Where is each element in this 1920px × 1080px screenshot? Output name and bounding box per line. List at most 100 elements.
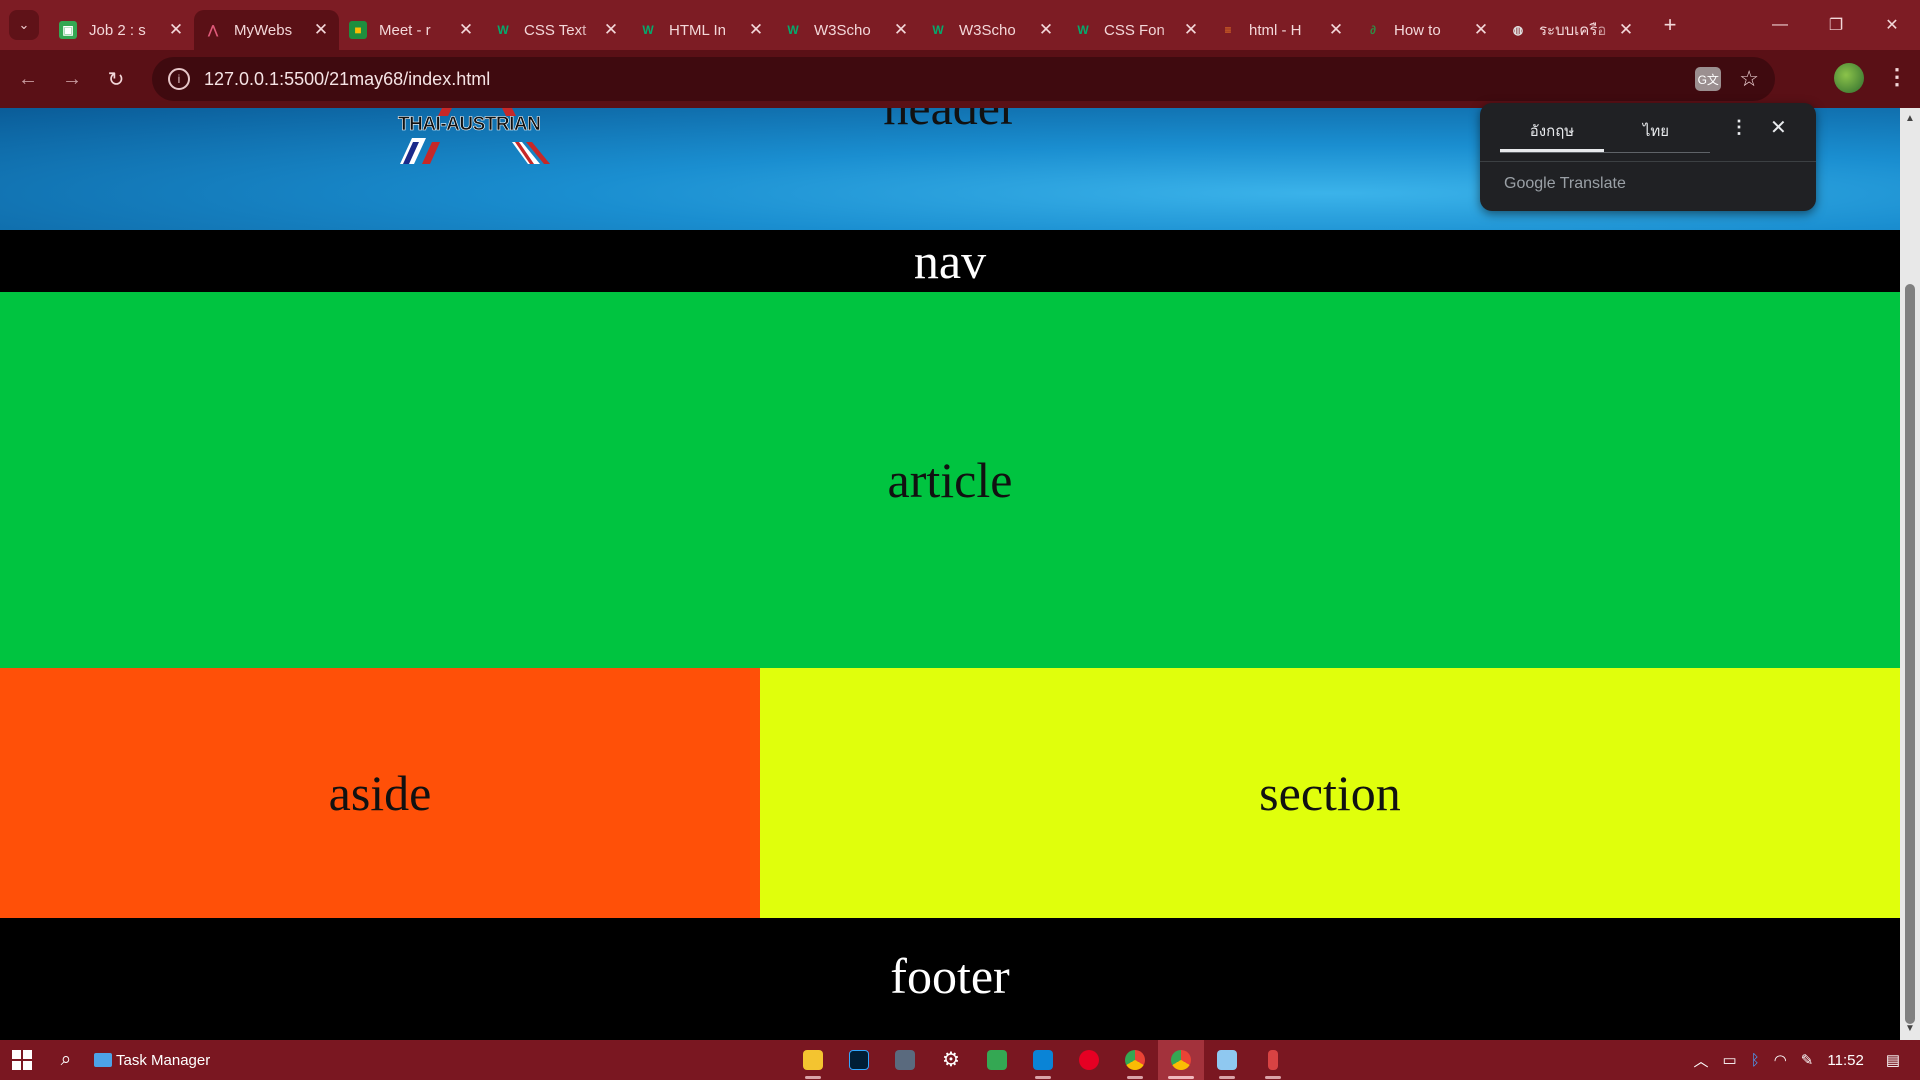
article-label: article: [887, 452, 1013, 508]
forward-icon[interactable]: →: [50, 68, 94, 91]
tab-search-button[interactable]: ⌄: [9, 10, 39, 40]
tab-title: W3Scho: [959, 21, 1016, 39]
task-manager-icon: [94, 1053, 112, 1067]
file-explorer-icon[interactable]: [790, 1040, 836, 1080]
menu-icon[interactable]: ⋮: [1886, 64, 1908, 90]
notepad-icon[interactable]: [1204, 1040, 1250, 1080]
tab[interactable]: ■ Meet - r ✕: [339, 10, 484, 50]
chevron-down-icon: ⌄: [18, 17, 30, 32]
aside-label: aside: [328, 765, 432, 821]
scroll-up-icon[interactable]: ▲: [1900, 110, 1920, 128]
geeksforgeeks-icon: ∂: [1370, 23, 1376, 37]
windows-start-icon[interactable]: [0, 1050, 44, 1070]
new-tab-button[interactable]: +: [1652, 12, 1688, 38]
footer-label: footer: [890, 948, 1010, 1004]
tab[interactable]: ∂ How to ✕: [1354, 10, 1499, 50]
calculator-icon[interactable]: [882, 1040, 928, 1080]
tab-target-language[interactable]: ไทย: [1604, 113, 1708, 152]
close-window-icon[interactable]: ✕: [1864, 0, 1920, 50]
divider: [1480, 161, 1816, 162]
reload-icon[interactable]: ↻: [94, 67, 138, 92]
footer-block: footer: [0, 918, 1900, 1040]
w3schools-icon: W: [642, 23, 654, 37]
minimize-icon[interactable]: —: [1752, 0, 1808, 50]
scroll-down-icon[interactable]: ▼: [1900, 1020, 1920, 1038]
tab-title: HTML In: [669, 21, 726, 39]
sheets-icon[interactable]: [974, 1040, 1020, 1080]
task-manager-app[interactable]: Task Manager: [94, 1052, 210, 1069]
chrome-icon[interactable]: [1112, 1040, 1158, 1080]
site-info-icon[interactable]: i: [168, 68, 190, 90]
tab[interactable]: W CSS Fon ✕: [1064, 10, 1209, 50]
more-options-icon[interactable]: ⋮: [1730, 117, 1748, 138]
back-icon[interactable]: ←: [6, 68, 50, 91]
bluetooth-icon[interactable]: ᛒ: [1751, 1052, 1760, 1069]
close-tab-icon[interactable]: ✕: [748, 20, 764, 40]
thai-austrian-icon: ⋀: [208, 23, 218, 37]
notifications-icon[interactable]: ▤: [1886, 1051, 1900, 1069]
search-icon[interactable]: ⌕: [44, 1049, 88, 1071]
profile-avatar[interactable]: [1834, 63, 1864, 93]
close-tab-icon[interactable]: ✕: [168, 20, 184, 40]
restore-icon[interactable]: ❐: [1808, 0, 1864, 50]
chrome-icon[interactable]: [1158, 1040, 1204, 1080]
tab-title: html - H: [1249, 21, 1302, 39]
close-tab-icon[interactable]: ✕: [458, 20, 474, 40]
pinterest-icon[interactable]: [1066, 1040, 1112, 1080]
tab[interactable]: W HTML In ✕: [629, 10, 774, 50]
tab-title: Meet - r: [379, 21, 431, 39]
globe-icon: ◍: [1512, 23, 1524, 37]
close-tab-icon[interactable]: ✕: [1618, 20, 1634, 40]
close-tab-icon[interactable]: ✕: [1473, 20, 1489, 40]
tab-title: CSS Fon: [1104, 21, 1165, 39]
close-tab-icon[interactable]: ✕: [1183, 20, 1199, 40]
tab[interactable]: W CSS Text ✕: [484, 10, 629, 50]
tab-title: How to: [1394, 21, 1441, 39]
tab[interactable]: ≡ html - H ✕: [1209, 10, 1354, 50]
tab-active[interactable]: ⋀ MyWebs ✕: [194, 10, 339, 50]
star-icon[interactable]: ☆: [1739, 66, 1759, 92]
photoshop-icon[interactable]: [836, 1040, 882, 1080]
tab-strip: ⌄ ▣ Job 2 : s ✕ ⋀ MyWebs ✕ ■ Meet - r ✕ …: [0, 0, 1920, 50]
tab-source-language[interactable]: อังกฤษ: [1500, 113, 1604, 152]
close-tab-icon[interactable]: ✕: [1038, 20, 1054, 40]
vertical-scrollbar[interactable]: ▲ ▼: [1900, 108, 1920, 1040]
close-tab-icon[interactable]: ✕: [893, 20, 909, 40]
vscode-icon[interactable]: [1020, 1040, 1066, 1080]
clock[interactable]: 11:52: [1827, 1052, 1863, 1069]
tab[interactable]: ▣ Job 2 : s ✕: [49, 10, 194, 50]
tab[interactable]: W W3Scho ✕: [774, 10, 919, 50]
pen-icon[interactable]: ✎: [1801, 1051, 1814, 1069]
settings-icon[interactable]: ⚙: [928, 1040, 974, 1080]
url-text[interactable]: 127.0.0.1:5500/21may68/index.html: [204, 69, 490, 90]
close-tab-icon[interactable]: ✕: [1328, 20, 1344, 40]
browser-toolbar: ← → ↻ i 127.0.0.1:5500/21may68/index.htm…: [0, 50, 1920, 108]
w3schools-icon: W: [932, 23, 944, 37]
pinned-apps: ⚙: [790, 1040, 1296, 1080]
wifi-icon[interactable]: ◠: [1774, 1051, 1787, 1069]
address-bar[interactable]: i 127.0.0.1:5500/21may68/index.html G文 ☆: [152, 57, 1775, 101]
section-block: section: [760, 668, 1900, 918]
paint-icon[interactable]: [1250, 1040, 1296, 1080]
window-controls: — ❐ ✕: [1752, 0, 1920, 50]
close-icon[interactable]: ✕: [1770, 115, 1787, 140]
tab-title: W3Scho: [814, 21, 871, 39]
chevron-up-icon[interactable]: ︿: [1693, 1050, 1708, 1071]
page-viewport: THAI-AUSTRIAN header nav article aside s…: [0, 108, 1900, 1040]
language-tabs: อังกฤษ ไทย: [1500, 113, 1710, 153]
article-block: article: [0, 292, 1900, 668]
close-tab-icon[interactable]: ✕: [603, 20, 619, 40]
tab[interactable]: W W3Scho ✕: [919, 10, 1064, 50]
tab-title: CSS Text: [524, 21, 587, 39]
battery-icon[interactable]: ▭: [1723, 1051, 1737, 1069]
google-translate-brand: Google Translate: [1504, 175, 1626, 192]
w3schools-icon: W: [497, 23, 509, 37]
system-tray: ︿ ▭ ᛒ ◠ ✎ 11:52 ▤: [1693, 1040, 1920, 1080]
close-tab-icon[interactable]: ✕: [313, 20, 329, 40]
tab[interactable]: ◍ ระบบเครือ ✕: [1499, 10, 1644, 50]
nav-block: nav: [0, 230, 1900, 292]
task-manager-label: Task Manager: [116, 1051, 211, 1069]
meet-icon: ■: [349, 21, 367, 39]
translate-icon[interactable]: G文: [1695, 67, 1722, 91]
scroll-thumb[interactable]: [1905, 284, 1915, 1024]
